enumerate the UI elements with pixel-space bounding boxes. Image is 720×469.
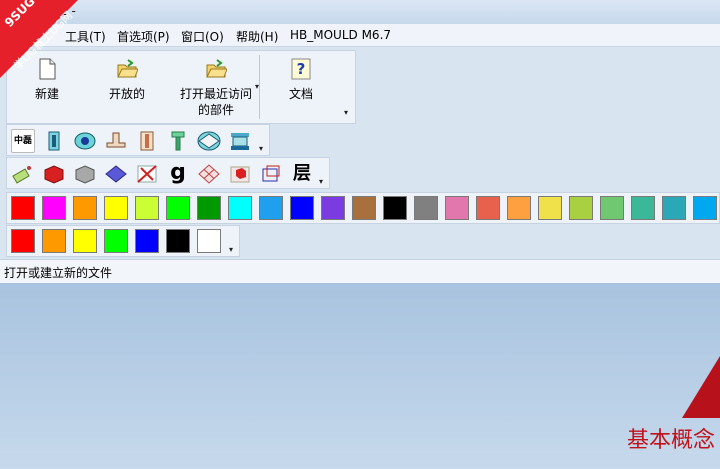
graphics-canvas[interactable] (0, 283, 720, 469)
menu-preferences[interactable]: 首选项(P) (117, 28, 170, 45)
basic-color-chevron-icon[interactable]: ▾ (229, 246, 237, 254)
status-text: 打开或建立新的文件 (4, 266, 113, 280)
title-bar: 2 - (0, 0, 720, 24)
menu-hb-mould[interactable]: HB_MOULD M6.7 (290, 28, 391, 42)
status-bar: 打开或建立新的文件 (0, 259, 720, 284)
mould-toolbar-chevron-icon[interactable]: ▾ (259, 145, 267, 153)
mesh-icon[interactable] (197, 162, 221, 186)
basic-color-swatch[interactable] (166, 229, 190, 253)
slider-icon[interactable] (135, 129, 159, 153)
color-swatch[interactable] (104, 196, 128, 220)
gray-block-icon[interactable] (73, 162, 97, 186)
color-swatch[interactable] (197, 196, 221, 220)
gate-icon[interactable] (197, 129, 221, 153)
menu-window[interactable]: 窗口(O) (181, 28, 224, 45)
mould-toolbar: 中磊 ▾ (6, 124, 270, 156)
ejector-icon[interactable] (42, 129, 66, 153)
color-swatch[interactable] (414, 196, 438, 220)
recent-folder-icon (206, 59, 227, 78)
color-swatch[interactable] (259, 196, 283, 220)
open-label: 开放的 (108, 87, 145, 101)
sprue-icon[interactable] (104, 129, 128, 153)
color-swatch[interactable] (600, 196, 624, 220)
toolbar-options-icon[interactable]: ▾ (344, 109, 352, 117)
basic-color-swatch[interactable] (11, 229, 35, 253)
g-icon[interactable]: g (166, 162, 190, 186)
color-swatch[interactable] (631, 196, 655, 220)
color-swatch[interactable] (352, 196, 376, 220)
color-swatch[interactable] (476, 196, 500, 220)
menu-help[interactable]: 帮助(H) (236, 28, 278, 45)
color-swatch[interactable] (507, 196, 531, 220)
color-swatch[interactable] (166, 196, 190, 220)
moldbase-icon[interactable] (228, 129, 252, 153)
color-swatch[interactable] (42, 196, 66, 220)
basic-color-swatch[interactable] (197, 229, 221, 253)
basic-color-swatch[interactable] (135, 229, 159, 253)
color-swatch[interactable] (228, 196, 252, 220)
color-swatch[interactable] (445, 196, 469, 220)
wire-box-icon[interactable] (259, 162, 283, 186)
layer-icon[interactable]: 层 (290, 162, 314, 186)
color-swatch[interactable] (538, 196, 562, 220)
open-recent-label: 打开最近访问 的部件 (171, 86, 261, 118)
red-box-icon[interactable] (228, 162, 252, 186)
svg-text:?: ? (297, 60, 306, 78)
zhong-ji-icon[interactable]: 中磊 (11, 129, 35, 153)
screw-icon[interactable] (166, 129, 190, 153)
color-swatch[interactable] (693, 196, 717, 220)
edit-toolbar-chevron-icon[interactable]: ▾ (319, 178, 327, 186)
new-label: 新建 (34, 87, 59, 101)
color-swatch[interactable] (73, 196, 97, 220)
open-recent-button[interactable]: 打开最近访问 的部件 ▾ (171, 51, 261, 123)
documents-label: 文档 (288, 87, 313, 101)
documents-button[interactable]: ? 文档 (261, 51, 341, 123)
open-recent-label-line1: 打开最近访问 (179, 87, 252, 101)
move-icon[interactable] (11, 162, 35, 186)
cooling-icon[interactable] (73, 129, 97, 153)
menu-bar: 工具(T) 首选项(P) 窗口(O) 帮助(H) HB_MOULD M6.7 (0, 24, 720, 47)
trim-icon[interactable] (135, 162, 159, 186)
color-swatch[interactable] (135, 196, 159, 220)
blue-block-icon[interactable] (104, 162, 128, 186)
open-recent-label-line2: 的部件 (197, 103, 234, 117)
color-swatch[interactable] (290, 196, 314, 220)
color-swatch[interactable] (321, 196, 345, 220)
watermark-logo-mark (682, 356, 720, 418)
help-doc-icon: ? (291, 58, 311, 80)
color-swatch[interactable] (11, 196, 35, 220)
basic-color-swatch[interactable] (73, 229, 97, 253)
toolbar-divider (259, 55, 260, 119)
open-folder-icon (117, 59, 138, 78)
basic-color-swatch[interactable] (104, 229, 128, 253)
color-swatch[interactable] (569, 196, 593, 220)
color-swatch[interactable] (383, 196, 407, 220)
canvas-caption: 基本概念 (627, 428, 716, 453)
open-button[interactable]: 开放的 (87, 51, 167, 123)
edit-toolbar: g 层 ▾ (6, 157, 330, 189)
basic-color-swatch[interactable] (42, 229, 66, 253)
color-swatch[interactable] (662, 196, 686, 220)
red-block-icon[interactable] (42, 162, 66, 186)
